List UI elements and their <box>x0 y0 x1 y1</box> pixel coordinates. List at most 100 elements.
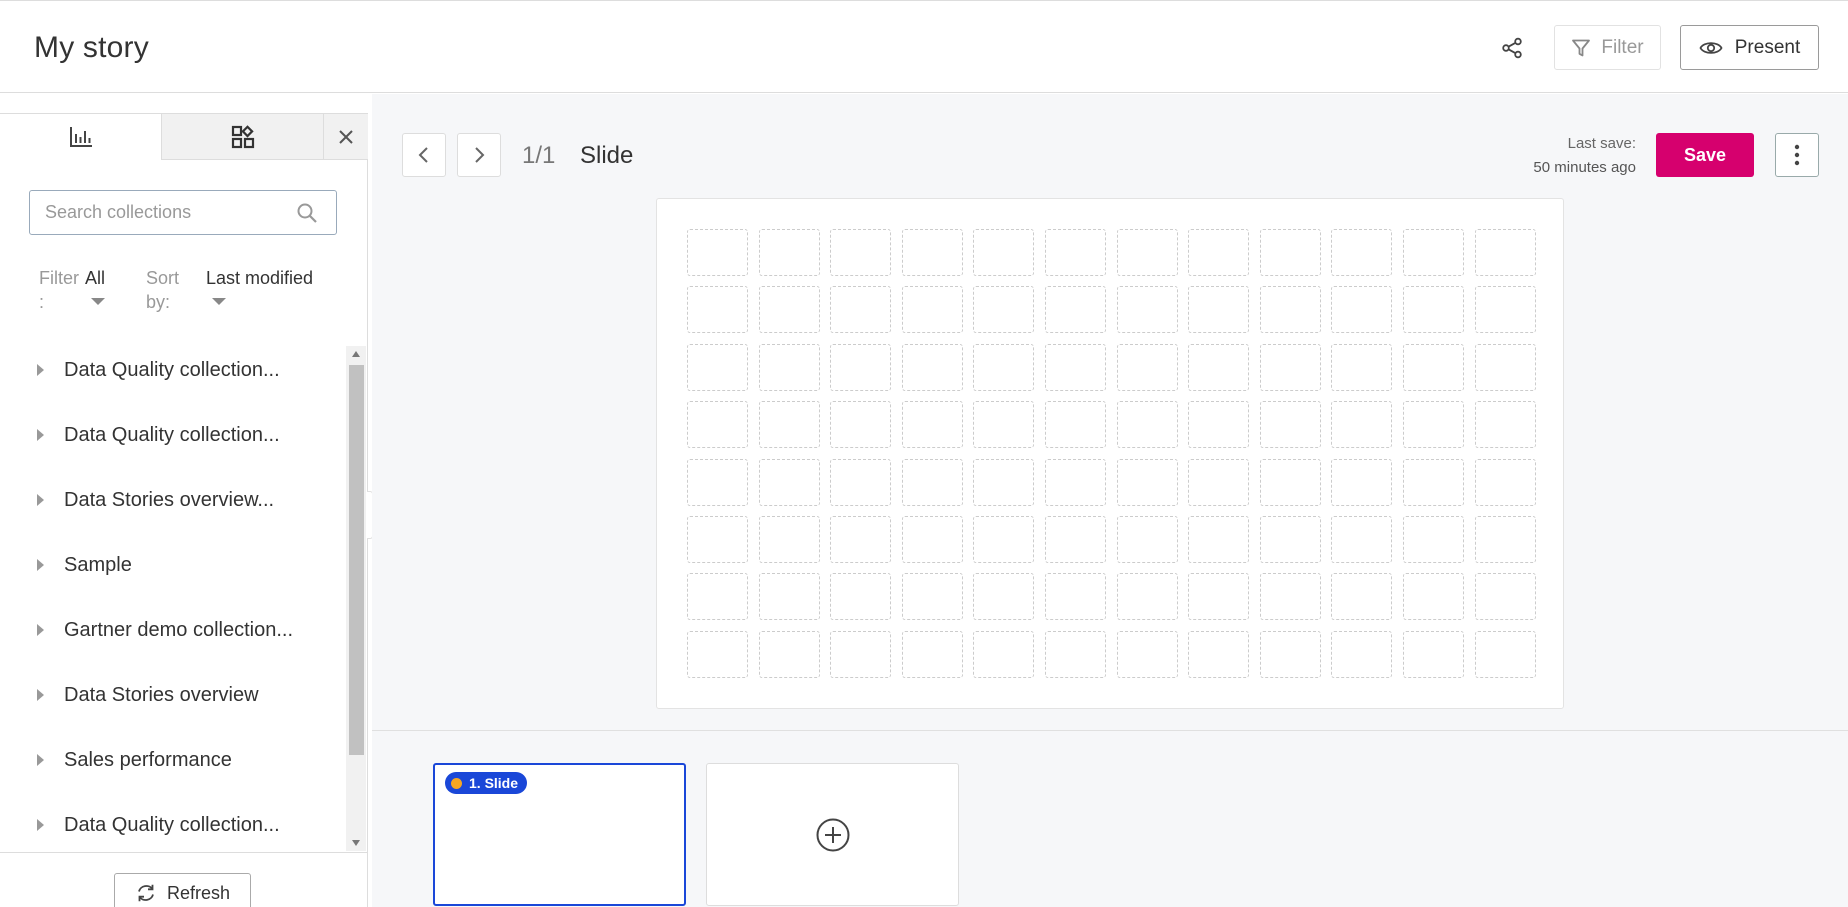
grid-cell[interactable] <box>973 515 1035 563</box>
refresh-button[interactable]: Refresh <box>114 873 251 907</box>
grid-cell[interactable] <box>1331 401 1393 449</box>
grid-cell[interactable] <box>1331 458 1393 506</box>
grid-cell[interactable] <box>687 515 748 563</box>
grid-cell[interactable] <box>1188 286 1250 334</box>
grid-cell[interactable] <box>1259 229 1321 276</box>
grid-cell[interactable] <box>1402 286 1464 334</box>
grid-cell[interactable] <box>1402 630 1464 678</box>
sort-dropdown[interactable]: Last modified <box>206 266 313 305</box>
expand-arrow-icon[interactable] <box>37 819 44 831</box>
grid-cell[interactable] <box>1402 401 1464 449</box>
grid-cell[interactable] <box>758 401 820 449</box>
grid-cell[interactable] <box>758 343 820 391</box>
previous-slide-button[interactable] <box>402 133 446 177</box>
grid-cell[interactable] <box>1402 573 1464 621</box>
grid-cell[interactable] <box>973 343 1035 391</box>
grid-cell[interactable] <box>1044 286 1106 334</box>
grid-cell[interactable] <box>1044 343 1106 391</box>
grid-cell[interactable] <box>687 458 748 506</box>
grid-cell[interactable] <box>687 573 748 621</box>
slide-thumbnail[interactable]: 1. Slide <box>433 763 686 906</box>
grid-cell[interactable] <box>1259 458 1321 506</box>
slide-title[interactable]: Slide <box>580 142 633 170</box>
filter-dropdown[interactable]: All <box>85 266 105 305</box>
expand-arrow-icon[interactable] <box>37 494 44 506</box>
grid-cell[interactable] <box>1188 229 1250 276</box>
list-item[interactable]: Data Quality collection... <box>0 803 346 847</box>
grid-cell[interactable] <box>901 630 963 678</box>
add-slide-button[interactable] <box>706 763 959 906</box>
grid-cell[interactable] <box>1188 343 1250 391</box>
grid-cell[interactable] <box>758 515 820 563</box>
grid-cell[interactable] <box>1402 515 1464 563</box>
grid-cell[interactable] <box>687 401 748 449</box>
grid-cell[interactable] <box>1259 630 1321 678</box>
list-item[interactable]: Sample <box>0 543 346 587</box>
grid-cell[interactable] <box>973 286 1035 334</box>
grid-cell[interactable] <box>901 515 963 563</box>
grid-cell[interactable] <box>1116 515 1178 563</box>
grid-cell[interactable] <box>1474 401 1536 449</box>
grid-cell[interactable] <box>1188 401 1250 449</box>
grid-cell[interactable] <box>1116 229 1178 276</box>
expand-arrow-icon[interactable] <box>37 624 44 636</box>
grid-cell[interactable] <box>687 286 748 334</box>
expand-arrow-icon[interactable] <box>37 429 44 441</box>
tab-analyses[interactable] <box>0 114 162 160</box>
grid-cell[interactable] <box>1331 286 1393 334</box>
scroll-down-arrow-icon[interactable] <box>352 840 360 846</box>
grid-cell[interactable] <box>973 458 1035 506</box>
grid-cell[interactable] <box>1188 630 1250 678</box>
scrollbar-thumb[interactable] <box>349 365 364 755</box>
grid-cell[interactable] <box>901 573 963 621</box>
grid-cell[interactable] <box>1331 515 1393 563</box>
grid-cell[interactable] <box>1188 573 1250 621</box>
grid-cell[interactable] <box>901 229 963 276</box>
grid-cell[interactable] <box>1044 458 1106 506</box>
expand-arrow-icon[interactable] <box>37 364 44 376</box>
grid-cell[interactable] <box>1188 458 1250 506</box>
list-item[interactable]: Data Stories overview... <box>0 478 346 522</box>
grid-cell[interactable] <box>1259 286 1321 334</box>
list-item[interactable]: Sales performance <box>0 738 346 782</box>
grid-cell[interactable] <box>1474 286 1536 334</box>
grid-cell[interactable] <box>973 630 1035 678</box>
grid-cell[interactable] <box>1402 343 1464 391</box>
share-button[interactable] <box>1492 31 1532 65</box>
grid-cell[interactable] <box>1116 343 1178 391</box>
grid-cell[interactable] <box>1474 573 1536 621</box>
grid-cell[interactable] <box>901 458 963 506</box>
grid-cell[interactable] <box>1116 573 1178 621</box>
grid-cell[interactable] <box>901 343 963 391</box>
filter-button[interactable]: Filter <box>1554 25 1661 70</box>
search-input[interactable] <box>45 191 285 234</box>
grid-cell[interactable] <box>1116 286 1178 334</box>
grid-cell[interactable] <box>1044 630 1106 678</box>
grid-cell[interactable] <box>1474 229 1536 276</box>
slide-canvas[interactable] <box>656 198 1564 709</box>
grid-cell[interactable] <box>973 401 1035 449</box>
grid-cell[interactable] <box>758 458 820 506</box>
list-item[interactable]: Gartner demo collection... <box>0 608 346 652</box>
grid-cell[interactable] <box>758 573 820 621</box>
search-icon[interactable] <box>296 202 318 224</box>
grid-cell[interactable] <box>1188 515 1250 563</box>
grid-cell[interactable] <box>830 515 892 563</box>
grid-cell[interactable] <box>1044 515 1106 563</box>
grid-cell[interactable] <box>687 343 748 391</box>
grid-cell[interactable] <box>1116 630 1178 678</box>
list-item[interactable]: Data Quality collection... <box>0 348 346 392</box>
grid-cell[interactable] <box>973 573 1035 621</box>
tab-widgets[interactable] <box>162 114 324 160</box>
grid-cell[interactable] <box>901 286 963 334</box>
grid-cell[interactable] <box>1259 343 1321 391</box>
grid-cell[interactable] <box>687 630 748 678</box>
grid-cell[interactable] <box>1474 343 1536 391</box>
grid-cell[interactable] <box>830 573 892 621</box>
grid-cell[interactable] <box>1474 630 1536 678</box>
grid-cell[interactable] <box>830 229 892 276</box>
grid-cell[interactable] <box>758 630 820 678</box>
next-slide-button[interactable] <box>457 133 501 177</box>
list-item[interactable]: Data Stories overview <box>0 673 346 717</box>
expand-arrow-icon[interactable] <box>37 689 44 701</box>
